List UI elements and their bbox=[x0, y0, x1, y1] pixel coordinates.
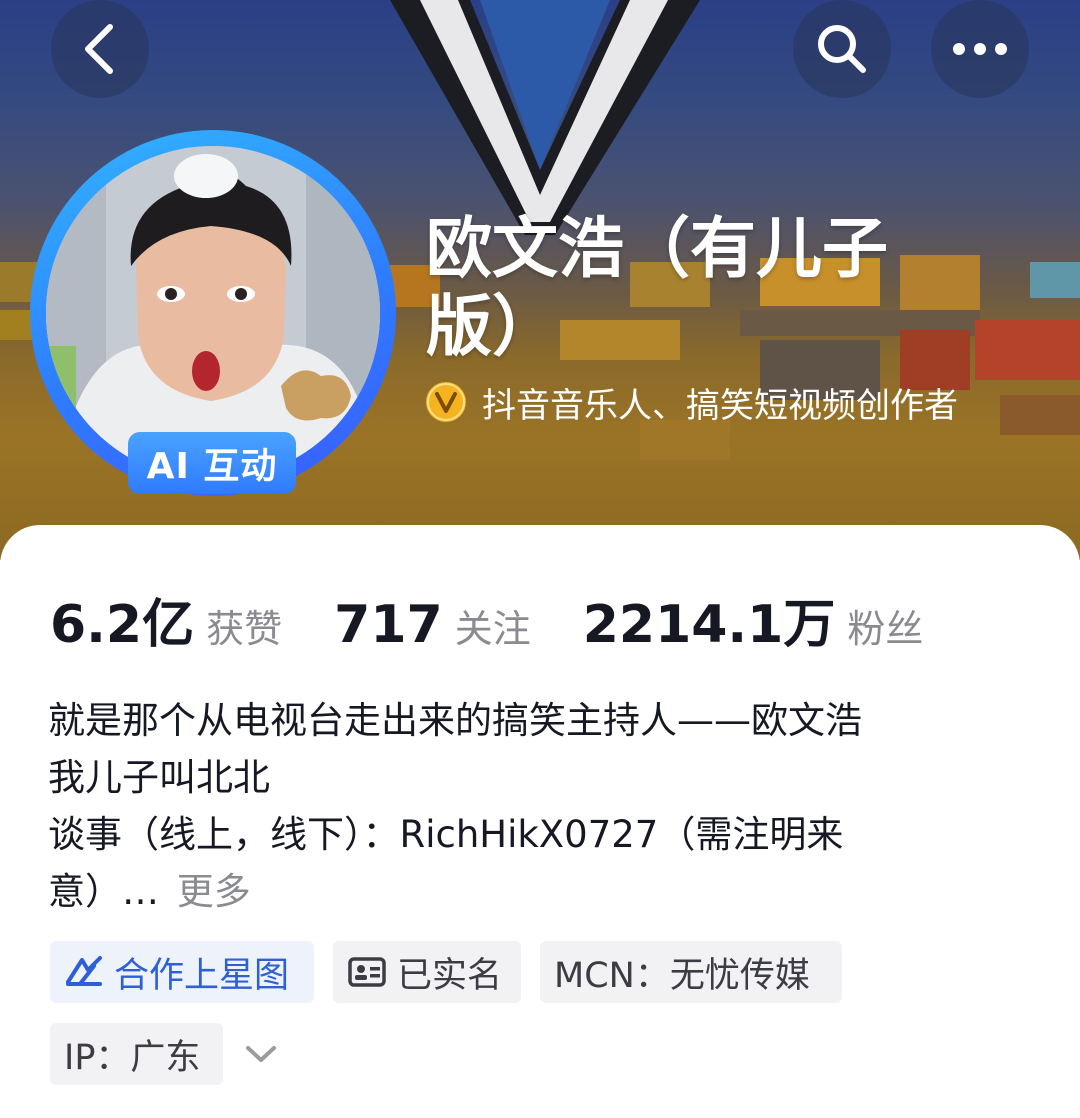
profile-name-line2: 版） bbox=[426, 288, 558, 365]
profile-bio: 就是那个从电视台走出来的搞笑主持人——欧文浩 我儿子叫北北 谈事（线上，线下）：… bbox=[48, 692, 1038, 920]
mcn-tag[interactable]: MCN：无忧传媒 bbox=[540, 941, 842, 1003]
bio-more-link[interactable]: 更多 bbox=[177, 870, 251, 913]
profile-stats: 6.2亿 获赞 717 关注 2214.1万 粉丝 bbox=[50, 582, 924, 655]
bio-line: 我儿子叫北北 bbox=[48, 756, 270, 799]
back-button[interactable] bbox=[51, 0, 149, 98]
more-button[interactable] bbox=[931, 0, 1029, 98]
mcn-label: MCN：无忧传媒 bbox=[554, 955, 810, 996]
cooperate-tag[interactable]: 合作上星图 bbox=[50, 941, 314, 1003]
followers-label: 粉丝 bbox=[847, 607, 924, 651]
ai-interact-badge[interactable]: AI 互动 bbox=[128, 432, 296, 494]
ip-label: IP：广东 bbox=[64, 1037, 201, 1078]
real-name-label: 已实名 bbox=[397, 955, 503, 996]
expand-tags-button[interactable] bbox=[240, 1036, 282, 1072]
bio-line: 意）… bbox=[48, 870, 159, 913]
followers-count[interactable]: 2214.1万 bbox=[583, 582, 836, 657]
profile-banner: AI 互动 欧文浩（有儿子 版） 抖音音乐人、搞笑短视频创作者 bbox=[0, 0, 1080, 560]
verification-row[interactable]: 抖音音乐人、搞笑短视频创作者 bbox=[426, 378, 958, 426]
search-icon bbox=[818, 25, 866, 73]
chevron-down-icon bbox=[246, 1046, 276, 1062]
id-card-icon bbox=[347, 956, 387, 988]
real-name-tag[interactable]: 已实名 bbox=[333, 941, 521, 1003]
avatar-portrait bbox=[46, 146, 380, 480]
profile-name: 欧文浩（有儿子 版） bbox=[426, 210, 946, 366]
cooperate-label: 合作上星图 bbox=[114, 955, 290, 996]
avatar[interactable] bbox=[46, 146, 380, 480]
profile-name-line1: 欧文浩（有儿子 bbox=[426, 210, 888, 287]
search-button[interactable] bbox=[793, 0, 891, 98]
bio-line-last: 意）… 更多 bbox=[48, 863, 1038, 920]
more-dots-icon bbox=[953, 43, 1007, 55]
likes-count[interactable]: 6.2亿 bbox=[50, 582, 194, 657]
bio-line: 就是那个从电视台走出来的搞笑主持人——欧文浩 bbox=[48, 699, 862, 742]
following-count[interactable]: 717 bbox=[334, 595, 443, 655]
banner-v-graphic bbox=[390, 0, 700, 235]
ip-location-tag: IP：广东 bbox=[50, 1023, 223, 1085]
star-map-icon bbox=[64, 954, 104, 990]
ai-badge-label: AI 互动 bbox=[146, 446, 278, 487]
verification-text: 抖音音乐人、搞笑短视频创作者 bbox=[482, 385, 958, 426]
chevron-left-icon bbox=[85, 24, 113, 74]
likes-label: 获赞 bbox=[206, 607, 283, 651]
verified-v-icon bbox=[426, 382, 466, 422]
following-label: 关注 bbox=[454, 607, 531, 651]
bio-line: 谈事（线上，线下）：RichHikX0727（需注明来 bbox=[48, 813, 844, 856]
